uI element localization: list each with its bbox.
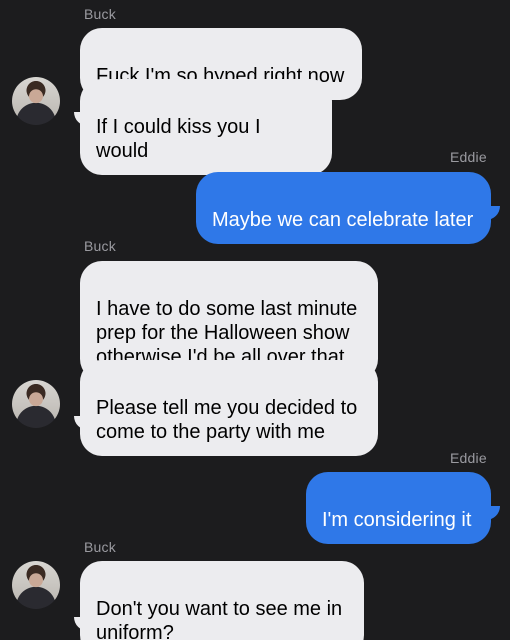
bubble-tail	[74, 416, 88, 430]
message-text: I have to do some last minute prep for t…	[96, 298, 358, 368]
message-bubble-incoming[interactable]: Don't you want to see me in uniform?	[80, 561, 364, 640]
message-text: Maybe we can celebrate later	[212, 209, 474, 231]
message-text: Don't you want to see me in uniform?	[96, 598, 343, 640]
sender-name-buck: Buck	[84, 6, 116, 22]
avatar[interactable]	[12, 380, 60, 428]
message-bubble-outgoing[interactable]: I'm considering it	[306, 472, 491, 544]
sender-name-eddie: Eddie	[450, 450, 487, 466]
message-text: Please tell me you decided to come to th…	[96, 397, 358, 443]
message-text: If I could kiss you I would	[96, 116, 261, 162]
message-thread: Buck Fuck I'm so hyped right now If I co…	[0, 0, 510, 640]
message-bubble-incoming[interactable]: If I could kiss you I would	[80, 79, 332, 175]
message-bubble-incoming[interactable]: Please tell me you decided to come to th…	[80, 360, 378, 456]
message-text: I'm considering it	[322, 509, 472, 531]
avatar[interactable]	[12, 561, 60, 609]
sender-name-eddie: Eddie	[450, 149, 487, 165]
sender-name-buck: Buck	[84, 238, 116, 254]
bubble-tail	[74, 617, 88, 631]
bubble-tail	[74, 112, 88, 126]
bubble-tail	[486, 206, 500, 220]
avatar[interactable]	[12, 77, 60, 125]
sender-name-buck: Buck	[84, 539, 116, 555]
bubble-tail	[486, 506, 500, 520]
message-bubble-outgoing[interactable]: Maybe we can celebrate later	[196, 172, 491, 244]
